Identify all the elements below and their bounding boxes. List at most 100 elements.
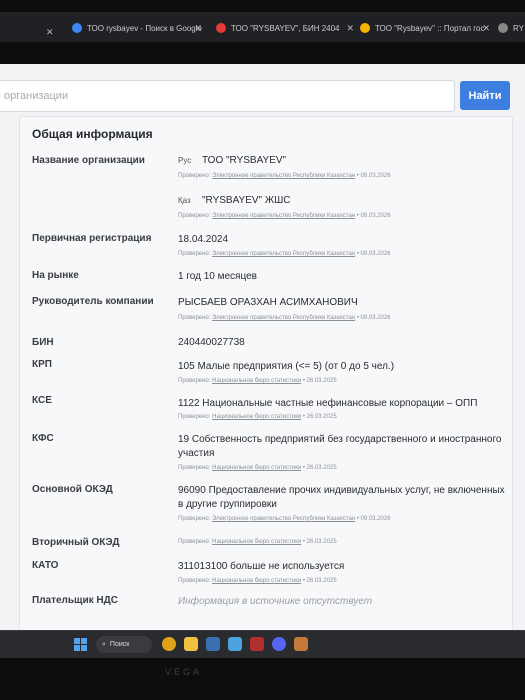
tab-company-record[interactable]: ТОО "RYSBAYEV", БИН 2404 ✕ xyxy=(216,17,354,39)
name-kaz-text: "RYSBAYEV" ЖШС xyxy=(202,195,291,206)
source-link[interactable]: Электронное правительство Республики Каз… xyxy=(212,251,355,257)
tab-partial[interactable]: RY xyxy=(498,17,525,39)
taskbar: ⌕ Поиск xyxy=(0,630,525,658)
taskbar-search-label: Поиск xyxy=(109,641,130,648)
verified-date: • 09.03.2026 xyxy=(356,213,391,219)
verified-date: • 26.03.2025 xyxy=(302,378,337,384)
verified-date: • 09.03.2026 xyxy=(356,251,391,257)
verified-date: • 26.03.2025 xyxy=(302,578,337,584)
oked2-label: Вторичный ОКЭД xyxy=(32,537,120,548)
oked-verified: Проверено: Электронное правительство Рес… xyxy=(178,516,391,522)
kfs-verified: Проверено: Национальное бюро статистики … xyxy=(178,465,337,471)
chrome-icon[interactable] xyxy=(162,637,176,651)
source-link[interactable]: Национальное бюро статистики xyxy=(212,378,301,384)
kato-label: КАТО xyxy=(32,560,59,571)
kfs-value: 19 Собственность предприятий без государ… xyxy=(178,434,502,459)
verified-date: • 26.03.2025 xyxy=(302,465,337,471)
discord-icon[interactable] xyxy=(272,637,286,651)
vat-label: Плательщик НДС xyxy=(32,595,118,606)
file-explorer-icon[interactable] xyxy=(184,637,198,651)
verified-prefix: Проверено: xyxy=(178,414,211,420)
name-kaz-verified: Проверено: Электронное правительство Рес… xyxy=(178,213,391,219)
close-icon[interactable]: ✕ xyxy=(346,23,354,34)
game-icon[interactable] xyxy=(294,637,308,651)
name-rus-verified: Проверено: Электронное правительство Рес… xyxy=(178,173,391,179)
kato-value: 311013100 больше не используется xyxy=(178,561,345,572)
monitor-brand-logo: VEGA xyxy=(165,667,203,677)
web-page: Найти Общая информация Название организа… xyxy=(0,64,525,636)
market-label: На рынке xyxy=(32,270,79,281)
source-link[interactable]: Электронное правительство Республики Каз… xyxy=(212,213,355,219)
krp-verified: Проверено: Национальное бюро статистики … xyxy=(178,378,337,384)
registration-value: 18.04.2024 xyxy=(178,234,229,245)
verified-prefix: Проверено: xyxy=(178,378,211,384)
steam-icon[interactable] xyxy=(228,637,242,651)
lang-rus: Рус xyxy=(178,156,192,165)
oked-label: Основной ОКЭД xyxy=(32,484,113,495)
search-icon: ⌕ xyxy=(102,640,106,648)
oked2-verified: Проверено: Национальное бюро статистики … xyxy=(178,539,337,545)
source-link[interactable]: Электронное правительство Республики Каз… xyxy=(212,315,355,321)
close-icon[interactable]: ✕ xyxy=(46,27,54,38)
tab-google-search[interactable]: ТОО rysbayev - Поиск в Google ✕ xyxy=(72,17,202,39)
verified-date: • 26.03.2025 xyxy=(302,539,337,545)
registration-label: Первичная регистрация xyxy=(32,233,152,244)
bin-label: БИН xyxy=(32,337,54,348)
verified-prefix: Проверено: xyxy=(178,539,211,545)
tab-label: RY xyxy=(513,23,524,33)
app-icon[interactable] xyxy=(250,637,264,651)
source-link[interactable]: Электронное правительство Республики Каз… xyxy=(212,173,355,179)
screen: ✕ ТОО rysbayev - Поиск в Google ✕ ТОО "R… xyxy=(0,0,525,700)
source-link[interactable]: Национальное бюро статистики xyxy=(212,539,301,545)
name-rus-value: Рус ТОО "RYSBAYEV" xyxy=(178,154,286,168)
store-icon[interactable] xyxy=(206,637,220,651)
head-value: РЫСБАЕВ ОРАЗХАН АСИМХАНОВИЧ xyxy=(178,297,358,308)
search-input[interactable] xyxy=(0,81,454,111)
name-label: Название организации xyxy=(32,155,145,166)
vat-value: Информация в источнике отсутствует xyxy=(178,596,373,607)
kfs-label: КФС xyxy=(32,433,54,444)
info-card: Общая информация Название организации Ру… xyxy=(19,116,513,636)
oked-value: 96090 Предоставление прочих индивидуальн… xyxy=(178,485,505,510)
verified-date: • 09.03.2026 xyxy=(356,516,391,522)
close-icon[interactable]: ✕ xyxy=(194,23,202,34)
name-rus-text: ТОО "RYSBAYEV" xyxy=(202,155,287,166)
source-link[interactable]: Национальное бюро статистики xyxy=(212,414,301,420)
google-icon xyxy=(72,23,82,33)
bin-value: 240440027738 xyxy=(178,337,245,348)
verified-date: • 09.03.2026 xyxy=(356,315,391,321)
kse-verified: Проверено: Национальное бюро статистики … xyxy=(178,414,337,420)
tab-favicon-icon xyxy=(498,23,508,33)
tab-label: ТОО "Rysbayev" :: Портал гос xyxy=(375,23,485,33)
source-link[interactable]: Национальное бюро статистики xyxy=(212,465,301,471)
source-link[interactable]: Электронное правительство Республики Каз… xyxy=(212,516,355,522)
section-title: Общая информация xyxy=(32,127,153,141)
tab-portal[interactable]: ТОО "Rysbayev" :: Портал гос ✕ xyxy=(360,17,490,39)
youtube-icon xyxy=(216,23,226,33)
verified-prefix: Проверено: xyxy=(178,516,211,522)
verified-prefix: Проверено: xyxy=(178,213,211,219)
portal-icon xyxy=(360,23,370,33)
search-box xyxy=(0,80,455,112)
kse-value: 1122 Национальные частные нефинансовые к… xyxy=(178,398,478,409)
krp-value: 105 Малые предприятия (<= 5) (от 0 до 5 … xyxy=(178,361,395,372)
verified-date: • 09.03.2026 xyxy=(356,173,391,179)
market-value: 1 год 10 месяцев xyxy=(178,271,257,282)
tab-label: ТОО "RYSBAYEV", БИН 2404 xyxy=(231,23,340,33)
tab-label: ТОО rysbayev - Поиск в Google xyxy=(87,23,202,33)
windows-start-icon[interactable] xyxy=(74,638,87,651)
lang-kaz: Қаз xyxy=(178,196,191,205)
find-button[interactable]: Найти xyxy=(460,81,510,110)
source-link[interactable]: Национальное бюро статистики xyxy=(212,578,301,584)
verified-date: • 26.03.2025 xyxy=(302,414,337,420)
krp-label: КРП xyxy=(32,359,52,370)
verified-prefix: Проверено: xyxy=(178,251,211,257)
close-icon[interactable]: ✕ xyxy=(482,23,490,34)
kse-label: КСЕ xyxy=(32,395,52,406)
head-label: Руководитель компании xyxy=(32,296,154,307)
registration-verified: Проверено: Электронное правительство Рес… xyxy=(178,251,391,257)
kato-verified: Проверено: Национальное бюро статистики … xyxy=(178,578,337,584)
verified-prefix: Проверено: xyxy=(178,465,211,471)
verified-prefix: Проверено: xyxy=(178,578,211,584)
taskbar-search[interactable]: ⌕ Поиск xyxy=(96,636,152,653)
